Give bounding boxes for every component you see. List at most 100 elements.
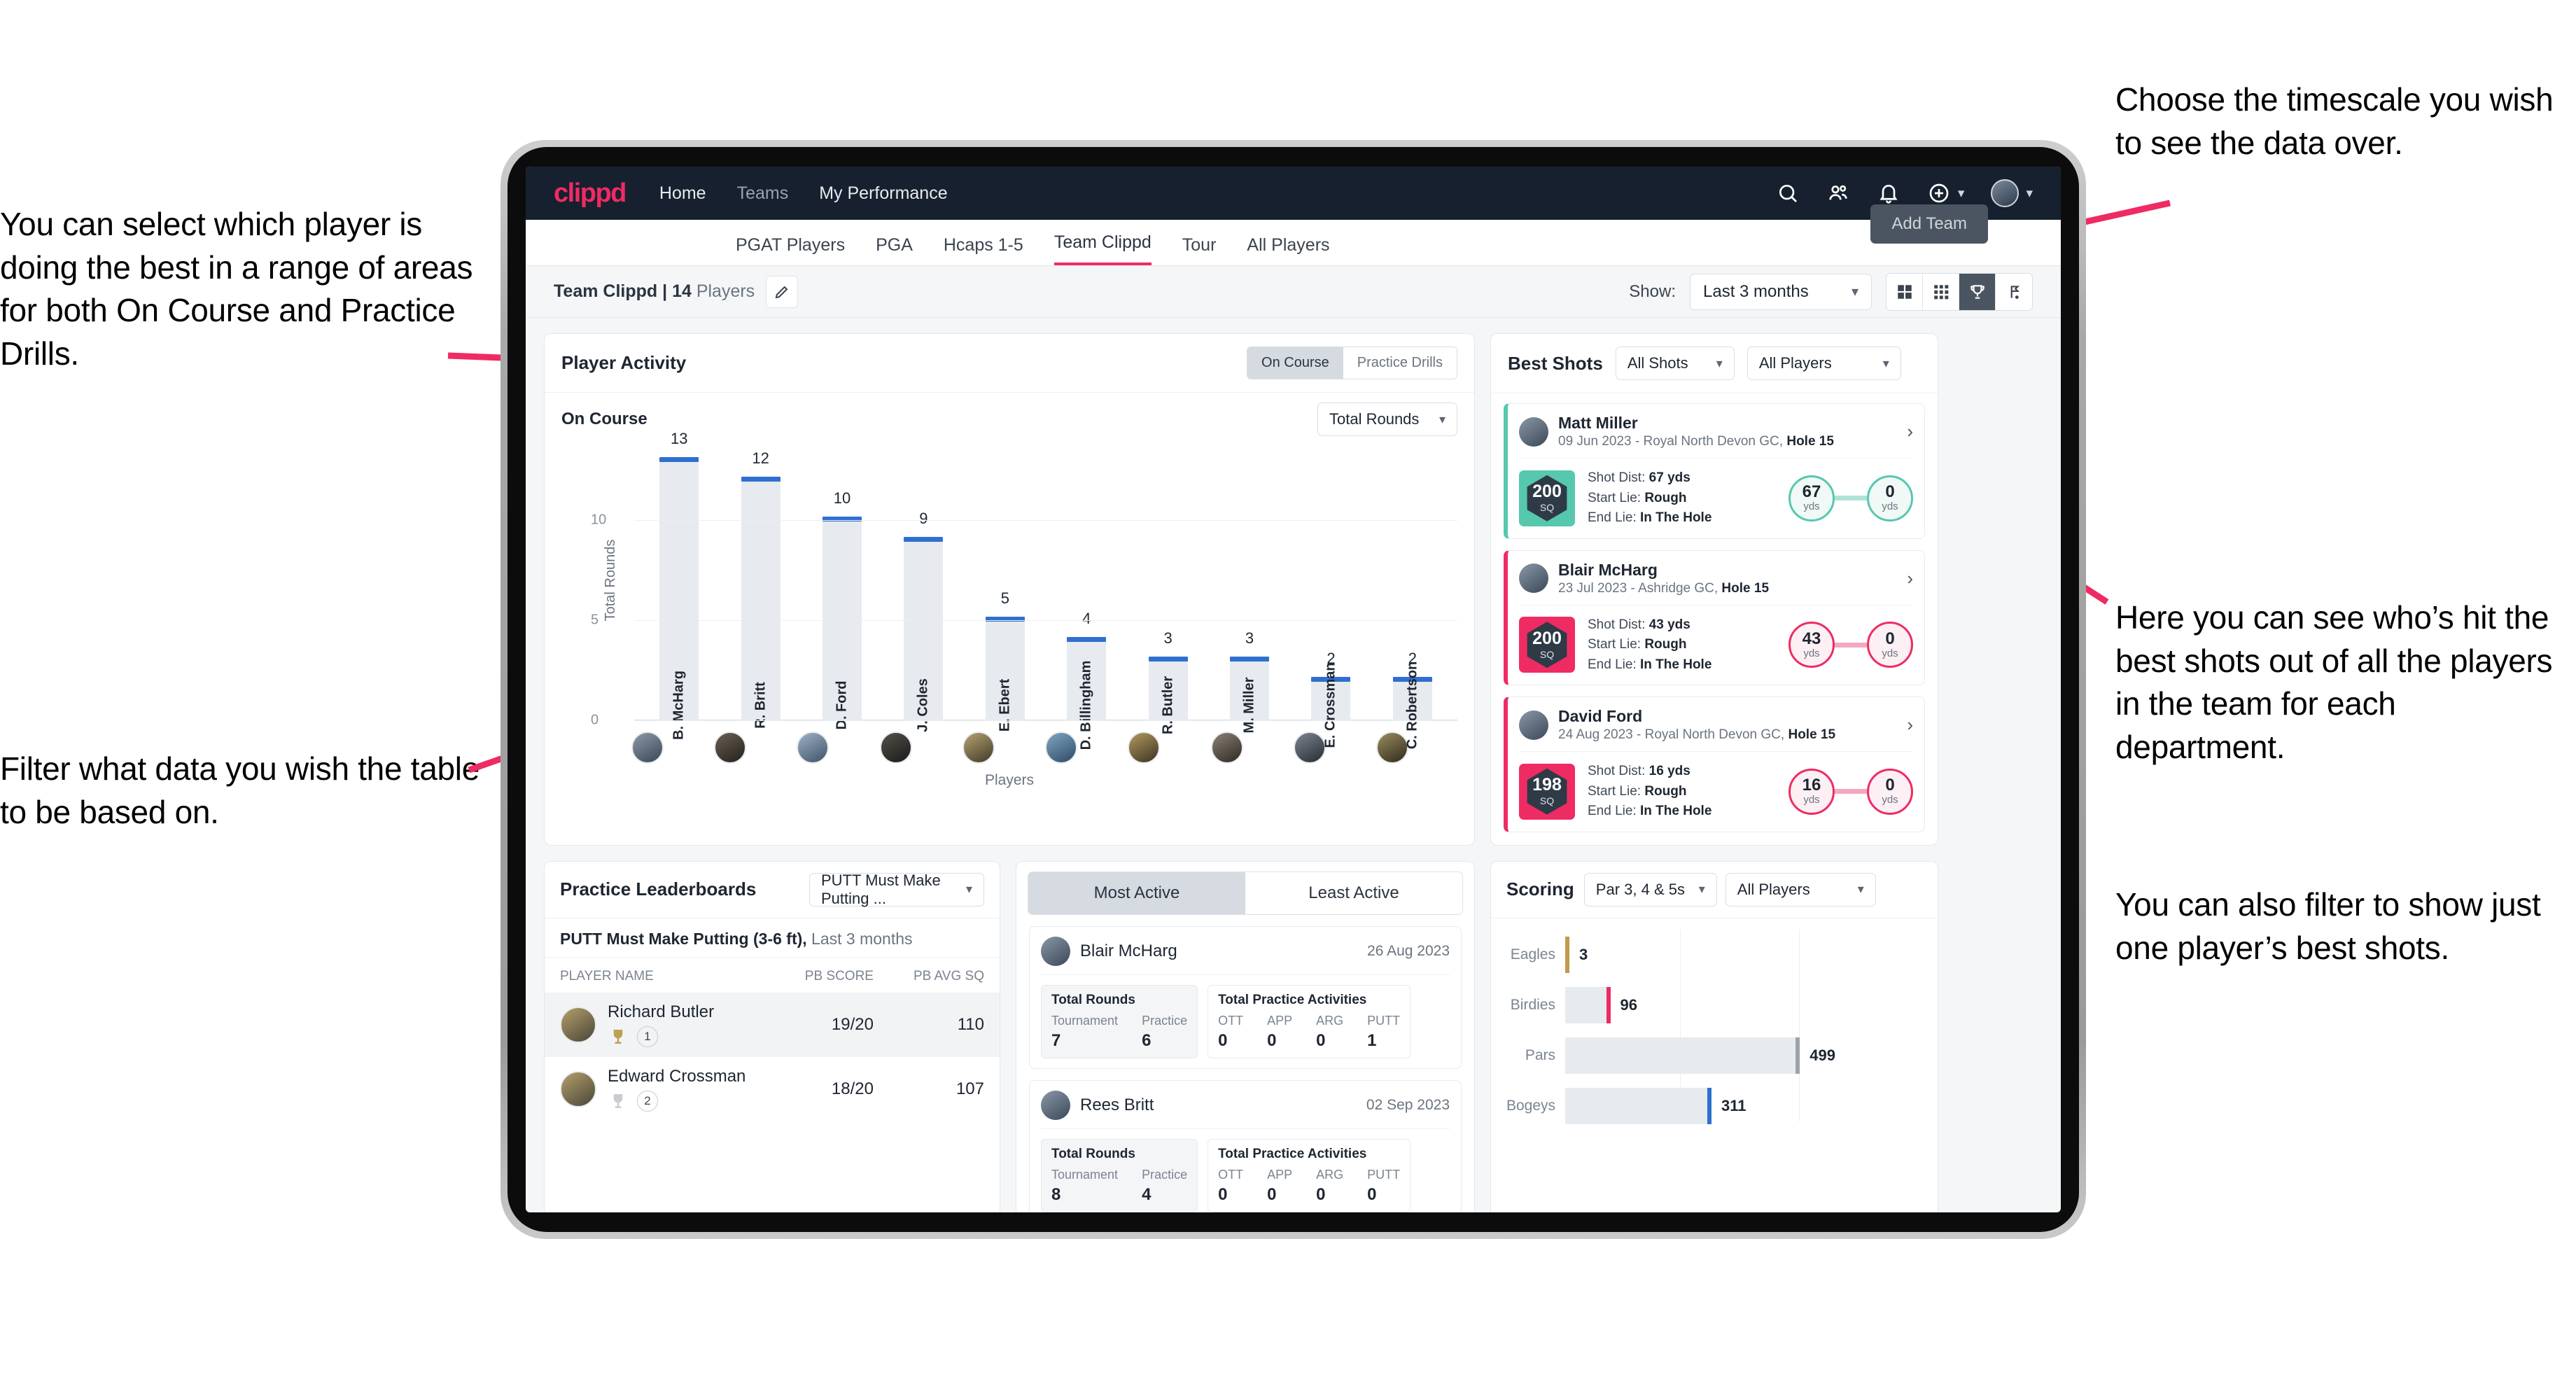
chart-bar[interactable]: 3 M. Miller: [1230, 629, 1270, 734]
tab-least-active[interactable]: Least Active: [1245, 872, 1462, 914]
toggle-on-course[interactable]: On Course: [1247, 347, 1343, 379]
tab-pgat-players[interactable]: PGAT Players: [736, 235, 845, 265]
chevron-right-icon[interactable]: ›: [1907, 714, 1913, 736]
chart-bar-slot[interactable]: 9 J. Coles: [883, 440, 964, 732]
hexagon-icon: 200 SQ: [1527, 622, 1567, 668]
people-icon[interactable]: [1826, 181, 1850, 205]
practice-leaderboards-card: Practice Leaderboards PUTT Must Make Put…: [544, 860, 1000, 1212]
best-shots-player-filter[interactable]: All Players ▾: [1746, 346, 1901, 380]
edit-team-button[interactable]: [766, 275, 799, 308]
add-team-tooltip[interactable]: Add Team: [1870, 204, 1988, 244]
scoring-row[interactable]: Bogeys 311: [1505, 1085, 1924, 1127]
chart-bar-slot[interactable]: 5 E. Ebert: [965, 440, 1046, 732]
player-avatar[interactable]: [1128, 732, 1161, 764]
total-rounds-box: Total Rounds Tournament 8 Practice 4: [1041, 1138, 1198, 1212]
clippd-logo[interactable]: clippd: [554, 178, 626, 209]
flag-icon[interactable]: [1996, 274, 2032, 310]
nav-link-home[interactable]: Home: [659, 183, 706, 204]
activity-tabs[interactable]: Most Active Least Active: [1028, 871, 1463, 915]
tablet-device-frame: clippd Home Teams My Performance ▾ ▾ PGA…: [500, 140, 2086, 1239]
activity-card-item[interactable]: Blair McHarg 26 Aug 2023 Total Rounds Tourn…: [1029, 925, 1462, 1069]
tab-all-players[interactable]: All Players: [1247, 235, 1329, 265]
bell-icon[interactable]: [1877, 181, 1900, 205]
nav-link-teams[interactable]: Teams: [737, 183, 789, 204]
timescale-select[interactable]: Last 3 months ▾: [1690, 273, 1872, 310]
best-shots-shot-filter[interactable]: All Shots ▾: [1615, 346, 1735, 380]
plus-circle-icon[interactable]: [1927, 181, 1951, 205]
player-avatar[interactable]: [631, 732, 664, 764]
cell-pb-avg-sq: 107: [955, 1079, 984, 1098]
best-shot-card[interactable]: Blair McHarg 23 Jul 2023 - Ashridge GC, H…: [1504, 550, 1925, 685]
chart-bar-slot[interactable]: 10 D. Ford: [802, 440, 883, 730]
chart-bar-slot[interactable]: 13 B. McHarg: [638, 430, 720, 740]
chart-bar[interactable]: 2 E. Crossman: [1311, 650, 1351, 748]
metric-select[interactable]: Total Rounds ▾: [1317, 402, 1457, 436]
scoring-value: 3: [1579, 945, 1588, 963]
tab-team-clippd[interactable]: Team Clippd: [1054, 232, 1152, 265]
table-row[interactable]: Edward Crossman 2 18/20 107: [545, 1057, 1000, 1121]
player-avatar[interactable]: [714, 732, 747, 764]
nav-link-my-performance[interactable]: My Performance: [819, 183, 947, 204]
player-avatar[interactable]: [1293, 732, 1326, 764]
chevron-right-icon[interactable]: ›: [1907, 568, 1913, 589]
practice-stat-value: 0: [1267, 1184, 1277, 1204]
chart-bar[interactable]: 3 R. Butler: [1148, 629, 1188, 734]
toggle-practice-drills[interactable]: Practice Drills: [1343, 347, 1457, 379]
shot-quality-unit: SQ: [1539, 648, 1555, 660]
avatar[interactable]: [1991, 179, 2019, 207]
best-shot-card[interactable]: Matt Miller 09 Jun 2023 - Royal North Dev…: [1504, 403, 1925, 539]
chart-bar[interactable]: 4 D. Billingham: [1067, 610, 1107, 750]
player-avatar[interactable]: [879, 732, 912, 764]
tab-hcaps-1-5[interactable]: Hcaps 1-5: [944, 235, 1023, 265]
tab-tour[interactable]: Tour: [1182, 235, 1217, 265]
add-menu[interactable]: ▾: [1927, 181, 1964, 205]
chart-bar-slot[interactable]: 4 D. Billingham: [1046, 440, 1127, 750]
chart-bar[interactable]: 5 E. Ebert: [985, 589, 1025, 732]
view-mode-toggle[interactable]: [1886, 272, 2033, 311]
player-avatar[interactable]: [962, 732, 995, 764]
chart-bar-slot[interactable]: 2 E. Crossman: [1290, 440, 1371, 748]
best-shot-hole: Hole 15: [1721, 580, 1770, 596]
distance-to: 0 yds: [1867, 768, 1913, 815]
best-shots-header: Best Shots All Shots ▾ All Players ▾: [1491, 334, 1938, 393]
scoring-row[interactable]: Birdies 96: [1505, 984, 1924, 1026]
user-menu[interactable]: ▾: [1991, 179, 2033, 207]
chart-bar[interactable]: 13 B. McHarg: [659, 430, 699, 740]
chevron-right-icon[interactable]: ›: [1907, 421, 1913, 442]
chart-bar[interactable]: 9 J. Coles: [904, 510, 944, 732]
avatar: [560, 1006, 596, 1043]
player-avatar[interactable]: [1376, 732, 1408, 764]
shot-distance-line: Shot Dist: 67 yds: [1588, 470, 1690, 485]
activity-card-item[interactable]: Rees Britt 02 Sep 2023 Total Rounds Tournam…: [1029, 1079, 1462, 1212]
drill-select[interactable]: PUTT Must Make Putting ... ▾: [809, 872, 984, 907]
annotation-right-middle: Here you can see who’s hit the best shot…: [2115, 599, 2553, 765]
chart-bar[interactable]: 12 R. Britt: [741, 449, 780, 729]
grid-small-icon[interactable]: [1923, 273, 1959, 310]
practice-stat-key: APP: [1267, 1013, 1293, 1028]
scoring-row[interactable]: Eagles 3: [1505, 934, 1924, 976]
tab-most-active[interactable]: Most Active: [1028, 872, 1245, 914]
rounds-stat-key: Tournament: [1051, 1167, 1119, 1182]
total-rounds-box: Total Rounds Tournament 7 Practice 6: [1041, 984, 1198, 1058]
table-row[interactable]: Richard Butler 1 19/20 110: [545, 992, 1000, 1057]
chart-bar-slot[interactable]: 3 M. Miller: [1209, 440, 1290, 734]
scoring-par-filter[interactable]: Par 3, 4 & 5s ▾: [1583, 872, 1717, 906]
chart-bar[interactable]: 2 C. Robertson: [1392, 650, 1432, 749]
player-avatar[interactable]: [797, 732, 830, 764]
trophy-icon[interactable]: [1959, 273, 1996, 310]
scoring-player-filter[interactable]: All Players ▾: [1725, 872, 1876, 906]
tab-pga[interactable]: PGA: [876, 235, 913, 265]
player-avatar[interactable]: [1045, 732, 1078, 764]
player-avatar[interactable]: [1210, 732, 1243, 764]
chart-bar-slot[interactable]: 2 C. Robertson: [1372, 440, 1453, 749]
player-activity-chart-area: On Course Total Rounds ▾ Total Rounds 13…: [545, 393, 1474, 796]
best-shot-card[interactable]: David Ford 24 Aug 2023 - Royal North Devo…: [1504, 696, 1925, 832]
grid-large-icon[interactable]: [1886, 273, 1923, 310]
on-course-practice-toggle[interactable]: On Course Practice Drills: [1247, 346, 1457, 379]
search-icon[interactable]: [1776, 181, 1800, 205]
chart-bar-slot[interactable]: 12 R. Britt: [720, 440, 801, 729]
shot-quality-unit: SQ: [1539, 795, 1555, 807]
chart-bar-slot[interactable]: 3 R. Butler: [1127, 440, 1208, 734]
start-lie-value: Rough: [1644, 783, 1687, 799]
scoring-row[interactable]: Pars 499: [1505, 1035, 1924, 1077]
